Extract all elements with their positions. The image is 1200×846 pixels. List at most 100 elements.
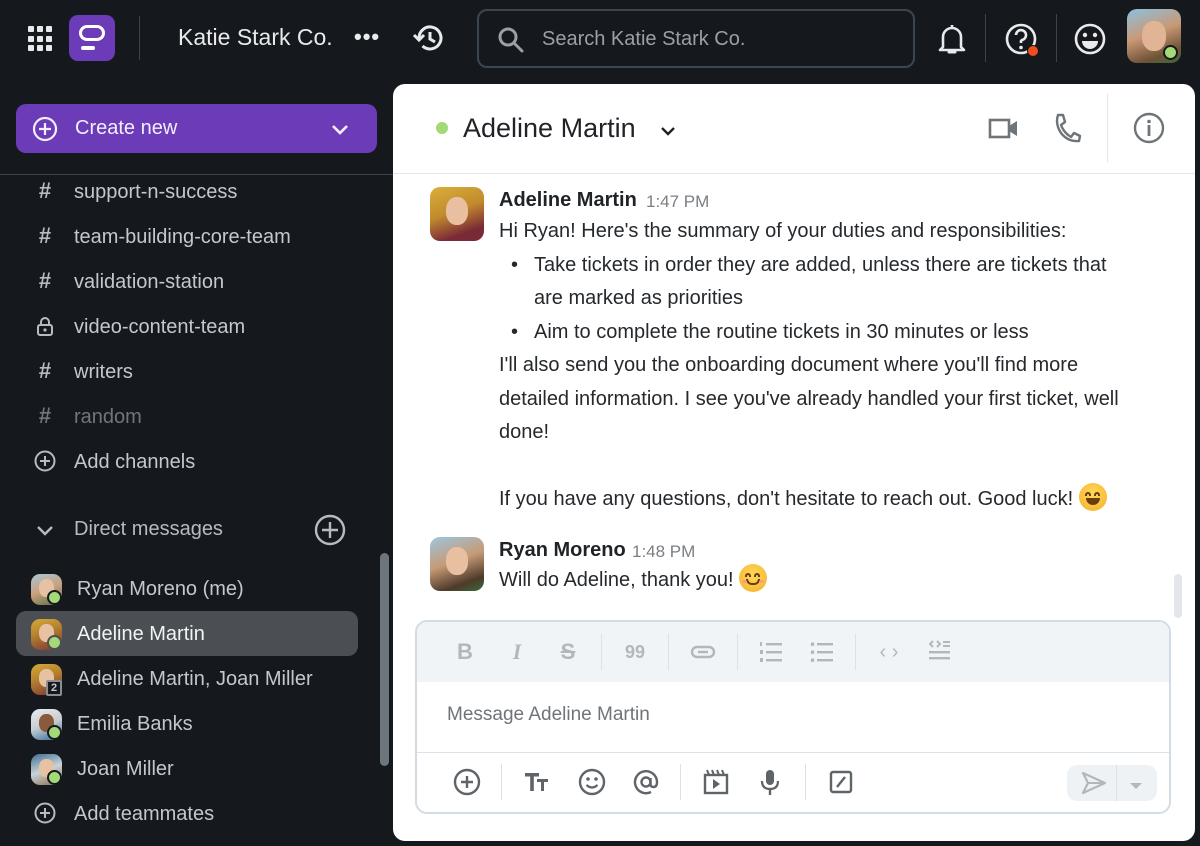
divider xyxy=(680,764,681,800)
bell-icon[interactable] xyxy=(938,22,966,61)
bold-button[interactable]: B xyxy=(451,638,479,666)
video-clip-icon[interactable] xyxy=(701,767,731,797)
quote-button[interactable]: 99 xyxy=(621,638,649,666)
bulleted-list-icon[interactable] xyxy=(808,638,836,666)
plus-circle-icon xyxy=(34,802,56,824)
sidebar-channel-random[interactable]: # random xyxy=(0,397,393,437)
slash-command-icon[interactable] xyxy=(826,767,856,797)
online-status-dot xyxy=(436,122,448,134)
sidebar-scrollbar[interactable] xyxy=(380,553,389,766)
hash-icon: # xyxy=(38,178,52,203)
divider xyxy=(1116,765,1117,801)
dm-item-emilia-banks[interactable]: Emilia Banks xyxy=(16,701,358,746)
divider xyxy=(601,634,602,670)
message-paragraph: If you have any questions, don't hesitat… xyxy=(499,483,1139,517)
lock-icon xyxy=(34,315,56,337)
message-timestamp: 1:48 PM xyxy=(632,542,696,561)
avatar[interactable] xyxy=(430,187,484,241)
emoji-status-icon[interactable] xyxy=(1073,22,1107,61)
plus-circle-icon xyxy=(34,450,56,472)
emoji-icon[interactable] xyxy=(577,767,607,797)
video-call-icon[interactable] xyxy=(988,116,1020,147)
italic-button[interactable]: I xyxy=(503,638,531,666)
sidebar-channel-writers[interactable]: # writers xyxy=(0,352,393,392)
strikethrough-button[interactable]: S xyxy=(554,638,582,666)
link-icon[interactable] xyxy=(689,638,717,666)
divider xyxy=(985,14,986,62)
apps-grid-icon[interactable] xyxy=(28,26,54,52)
chevron-down-icon[interactable] xyxy=(659,122,677,145)
direct-messages-header[interactable]: Direct messages xyxy=(0,510,393,550)
code-button[interactable]: ‹ › xyxy=(875,638,903,666)
attach-plus-icon[interactable] xyxy=(452,767,482,797)
more-options-button[interactable]: ••• xyxy=(354,24,380,50)
sidebar-channel-validation-station[interactable]: # validation-station xyxy=(0,262,393,302)
message-scrollbar[interactable] xyxy=(1174,574,1182,618)
message-body: Will do Adeline, thank you! xyxy=(499,564,1139,598)
notification-badge xyxy=(1027,45,1039,57)
send-button-group xyxy=(1067,765,1157,801)
send-icon[interactable] xyxy=(1081,771,1107,800)
channel-header: Adeline Martin xyxy=(393,84,1195,174)
sidebar-channel-team-building-core-team[interactable]: # team-building-core-team xyxy=(0,217,393,257)
text-format-icon[interactable] xyxy=(522,767,552,797)
top-bar: Katie Stark Co. ••• Search Katie Stark C… xyxy=(0,0,1200,80)
chevron-down-icon[interactable] xyxy=(34,520,56,547)
formatting-toolbar: B I S 99 ‹ › xyxy=(417,622,1169,682)
online-status-dot xyxy=(47,590,62,605)
channel-title[interactable]: Adeline Martin xyxy=(463,113,636,144)
info-icon[interactable] xyxy=(1133,112,1165,149)
message-paragraph: I'll also send you the onboarding docume… xyxy=(499,354,1119,443)
divider xyxy=(417,752,1169,753)
conversation-panel: Adeline Martin Adeline Martin 1:47 PM Hi… xyxy=(393,84,1195,841)
create-new-button[interactable]: Create new xyxy=(16,104,377,153)
phone-call-icon[interactable] xyxy=(1052,112,1082,149)
divider xyxy=(1107,94,1108,162)
list-item: Aim to complete the routine tickets in 3… xyxy=(499,316,1139,350)
hash-icon: # xyxy=(38,268,52,293)
divider xyxy=(805,764,806,800)
numbered-list-icon[interactable] xyxy=(757,638,785,666)
online-status-dot xyxy=(47,635,62,650)
hash-icon: # xyxy=(38,358,52,383)
message-author[interactable]: Ryan Moreno xyxy=(499,539,626,562)
group-member-count: 2 xyxy=(46,680,62,696)
divider xyxy=(668,634,669,670)
search-icon xyxy=(497,26,525,59)
list-item: Take tickets in order they are added, un… xyxy=(499,249,1139,316)
grinning-face-emoji xyxy=(1078,483,1107,511)
hash-icon: # xyxy=(38,403,52,428)
dm-item-group-adeline-joan[interactable]: 2 Adeline Martin, Joan Miller xyxy=(16,656,358,701)
search-placeholder: Search Katie Stark Co. xyxy=(542,28,746,50)
divider xyxy=(855,634,856,670)
dm-item-ryan-moreno[interactable]: Ryan Moreno (me) xyxy=(16,566,358,611)
message-timestamp: 1:47 PM xyxy=(646,192,710,211)
plus-circle-icon xyxy=(32,116,58,147)
add-teammates-button[interactable]: Add teammates xyxy=(0,794,393,834)
online-status-dot xyxy=(1163,45,1178,60)
code-block-icon[interactable] xyxy=(925,638,953,666)
message-composer: B I S 99 ‹ › Message Adeline Martin xyxy=(415,620,1171,814)
history-icon[interactable] xyxy=(412,21,446,60)
app-logo[interactable] xyxy=(69,15,115,61)
direct-messages-label: Direct messages xyxy=(74,518,223,540)
dm-item-adeline-martin[interactable]: Adeline Martin xyxy=(16,611,358,656)
bullet-list: Take tickets in order they are added, un… xyxy=(499,249,1139,350)
mention-icon[interactable] xyxy=(631,767,661,797)
search-input[interactable]: Search Katie Stark Co. xyxy=(477,9,915,68)
sidebar-channel-support-n-success[interactable]: # support-n-success xyxy=(0,172,393,212)
avatar[interactable] xyxy=(430,537,484,591)
chevron-down-icon[interactable] xyxy=(329,118,351,145)
divider xyxy=(139,16,140,60)
add-direct-message-icon[interactable] xyxy=(314,514,346,551)
dm-item-joan-miller[interactable]: Joan Miller xyxy=(16,746,358,791)
message-input[interactable]: Message Adeline Martin xyxy=(447,704,650,726)
message-author[interactable]: Adeline Martin xyxy=(499,189,637,212)
sidebar-channel-video-content-team[interactable]: video-content-team xyxy=(0,307,393,347)
workspace-name[interactable]: Katie Stark Co. xyxy=(178,24,333,51)
sidebar: Create new # support-n-success # team-bu… xyxy=(0,80,393,846)
microphone-icon[interactable] xyxy=(755,767,785,797)
message-intro: Hi Ryan! Here's the summary of your duti… xyxy=(499,220,1067,242)
add-channels-button[interactable]: Add channels xyxy=(0,442,393,482)
send-options-chevron-icon[interactable] xyxy=(1129,778,1143,796)
